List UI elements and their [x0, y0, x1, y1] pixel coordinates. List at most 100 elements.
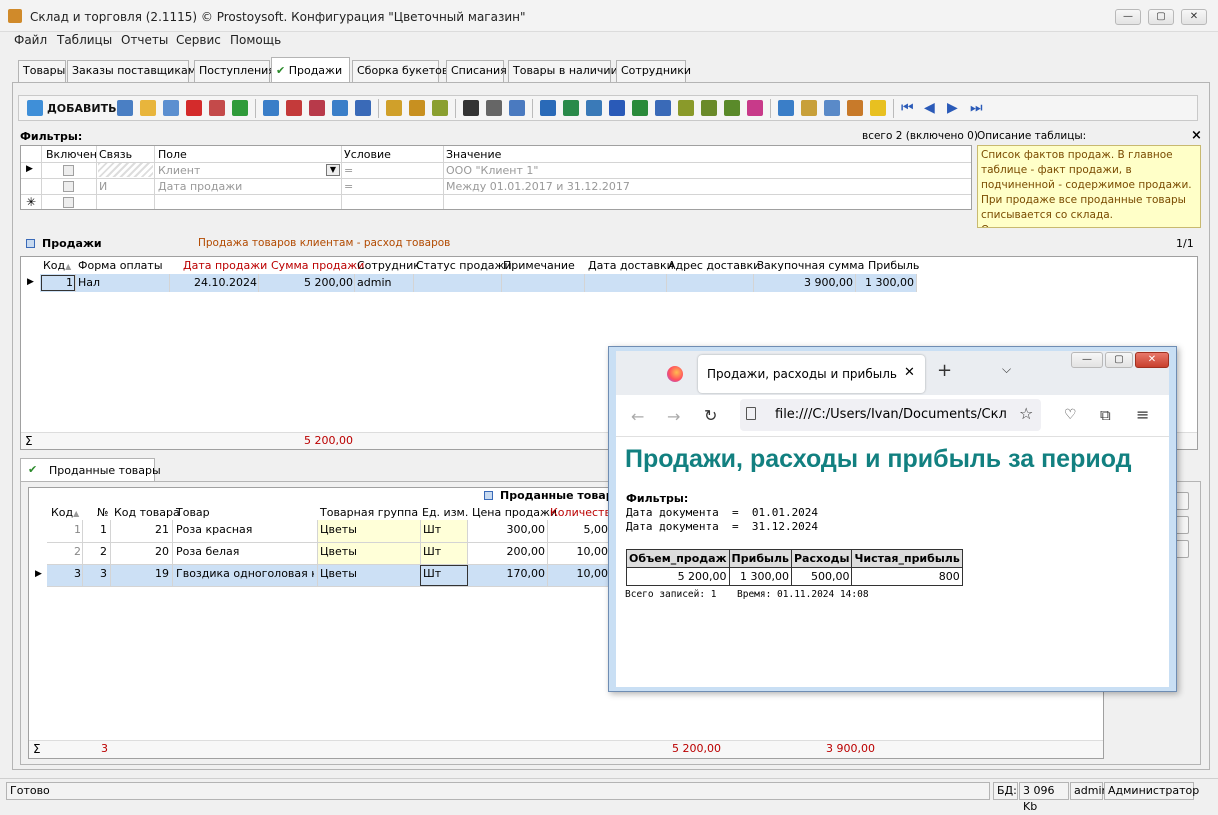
filters-grid: Включен Связь Поле Условие Значение ▶ Кл…	[20, 145, 972, 210]
first-record-icon[interactable]: ⏮	[901, 100, 917, 116]
add-button[interactable]: ДОБАВИТЬ	[47, 102, 117, 115]
chart-icon[interactable]	[747, 100, 763, 116]
filter-active-icon[interactable]	[386, 100, 402, 116]
preview-icon[interactable]	[509, 100, 525, 116]
firefox-icon[interactable]	[667, 366, 683, 382]
tab-writeoffs[interactable]: Списания	[446, 60, 507, 82]
last-record-icon[interactable]: ⏭	[970, 100, 986, 116]
filter-remove-icon[interactable]	[286, 100, 302, 116]
filter-col-enabled: Включен	[46, 148, 97, 161]
delete-icon[interactable]	[186, 100, 202, 116]
sold-unit[interactable]: Шт	[423, 567, 441, 580]
export-txt-icon[interactable]	[701, 100, 717, 116]
sort-icon[interactable]	[778, 100, 794, 116]
report-col-expenses: Расходы	[790, 549, 853, 568]
filter-enabled-checkbox[interactable]	[63, 197, 74, 208]
prev-record-icon[interactable]: ◀	[924, 100, 940, 116]
menu-tables[interactable]: Таблицы	[57, 33, 112, 47]
filter-enabled-checkbox[interactable]	[63, 181, 74, 192]
side-button[interactable]	[1175, 540, 1189, 558]
export-word-icon[interactable]	[609, 100, 625, 116]
export-html-icon[interactable]	[655, 100, 671, 116]
print-icon[interactable]	[486, 100, 502, 116]
export-csv-icon[interactable]	[586, 100, 602, 116]
filter-add-icon[interactable]	[332, 100, 348, 116]
edit-icon[interactable]	[140, 100, 156, 116]
new-tab-icon[interactable]: +	[937, 360, 952, 381]
sigma-icon: Σ	[33, 742, 41, 756]
browser-maximize-button[interactable]: ▢	[1105, 352, 1133, 368]
chevron-down-icon[interactable]: ▼	[326, 164, 340, 176]
status-ready: Готово	[6, 782, 990, 800]
browser-tab-title: Продажи, расходы и прибыль за п	[707, 367, 897, 381]
group-filter-icon[interactable]	[409, 100, 425, 116]
close-tab-icon[interactable]: ✕	[904, 365, 915, 380]
filter-enabled-checkbox[interactable]	[63, 165, 74, 176]
tab-goods[interactable]: Товары	[18, 60, 66, 82]
menu-help[interactable]: Помощь	[230, 33, 281, 47]
table-settings-icon[interactable]	[824, 100, 840, 116]
tab-list-icon[interactable]: ⌵	[1002, 362, 1011, 377]
filter-value[interactable]: ООО "Клиент 1"	[446, 164, 538, 177]
reload-icon[interactable]: ↻	[704, 406, 717, 425]
filter-link[interactable]: И	[99, 180, 107, 193]
sold-group: Цветы	[320, 523, 357, 536]
menu-reports[interactable]: Отчеты	[121, 33, 168, 47]
app-icon	[8, 9, 22, 23]
duplicate-icon[interactable]	[163, 100, 179, 116]
filter-clear-icon[interactable]	[309, 100, 325, 116]
maximize-button[interactable]: ▢	[1148, 9, 1174, 25]
filter-value[interactable]: Между 01.01.2017 и 31.12.2017	[446, 180, 630, 193]
tab-bouquets[interactable]: Сборка букетов	[352, 60, 448, 82]
tab-sales[interactable]: ✔ Продажи	[271, 57, 350, 82]
filter-edit-icon[interactable]	[355, 100, 371, 116]
side-button[interactable]	[1175, 492, 1189, 510]
delete-all-icon[interactable]	[209, 100, 225, 116]
report-col-sales: Объем_продаж	[626, 549, 730, 568]
menu-service[interactable]: Сервис	[176, 33, 221, 47]
next-record-icon[interactable]: ▶	[947, 100, 963, 116]
columns-icon[interactable]	[801, 100, 817, 116]
export-excel-icon[interactable]	[563, 100, 579, 116]
bookmark-star-icon[interactable]: ☆	[1019, 404, 1033, 423]
side-button[interactable]	[1175, 516, 1189, 534]
export-dbf-icon[interactable]	[724, 100, 740, 116]
reports-icon[interactable]	[847, 100, 863, 116]
search-icon[interactable]	[463, 100, 479, 116]
filter-condition[interactable]: =	[344, 164, 353, 177]
forward-icon[interactable]: →	[667, 407, 680, 426]
menu-icon[interactable]: ≡	[1136, 405, 1149, 424]
lightning-icon[interactable]	[870, 100, 886, 116]
url-bar[interactable]: file:///C:/Users/Ivan/Documents/Склад ☆	[740, 399, 1041, 431]
tab-receipts[interactable]: Поступления	[194, 60, 275, 82]
sold-total-purchase: 3 900,00	[826, 742, 875, 755]
browser-tab[interactable]: Продажи, расходы и прибыль за п ✕	[698, 355, 925, 393]
menu-file[interactable]: Файл	[14, 33, 47, 47]
export-xml-icon[interactable]	[678, 100, 694, 116]
description-close-icon[interactable]: ×	[1191, 128, 1202, 143]
export-xls-icon[interactable]	[632, 100, 648, 116]
tab-supplier-orders[interactable]: Заказы поставщикам	[67, 60, 196, 82]
filter-icon[interactable]	[263, 100, 279, 116]
filter-field-value[interactable]: Дата продажи	[158, 180, 242, 193]
sql-icon[interactable]	[432, 100, 448, 116]
minimize-button[interactable]: —	[1115, 9, 1141, 25]
browser-minimize-button[interactable]: —	[1071, 352, 1103, 368]
sold-col-num: №	[97, 506, 109, 519]
browser-close-button[interactable]: ✕	[1135, 352, 1169, 368]
tab-sold-goods[interactable]: ✔ Проданные товары	[20, 458, 161, 482]
copy-record-icon[interactable]	[117, 100, 133, 116]
pocket-icon[interactable]: ♡	[1064, 407, 1077, 423]
export-icon[interactable]	[540, 100, 556, 116]
url-text[interactable]: file:///C:/Users/Ivan/Documents/Склад	[775, 407, 1007, 422]
filter-field-value[interactable]: Клиент	[158, 164, 200, 177]
filter-condition[interactable]: =	[344, 180, 353, 193]
refresh-icon[interactable]	[232, 100, 248, 116]
new-row-icon: ✳	[26, 195, 37, 209]
tab-employees[interactable]: Сотрудники	[616, 60, 691, 82]
extensions-icon[interactable]: ⧉	[1100, 406, 1111, 424]
close-button[interactable]: ✕	[1181, 9, 1207, 25]
back-icon[interactable]: ←	[631, 407, 644, 426]
tab-stock[interactable]: Товары в наличии	[508, 60, 618, 82]
add-icon	[27, 100, 43, 116]
